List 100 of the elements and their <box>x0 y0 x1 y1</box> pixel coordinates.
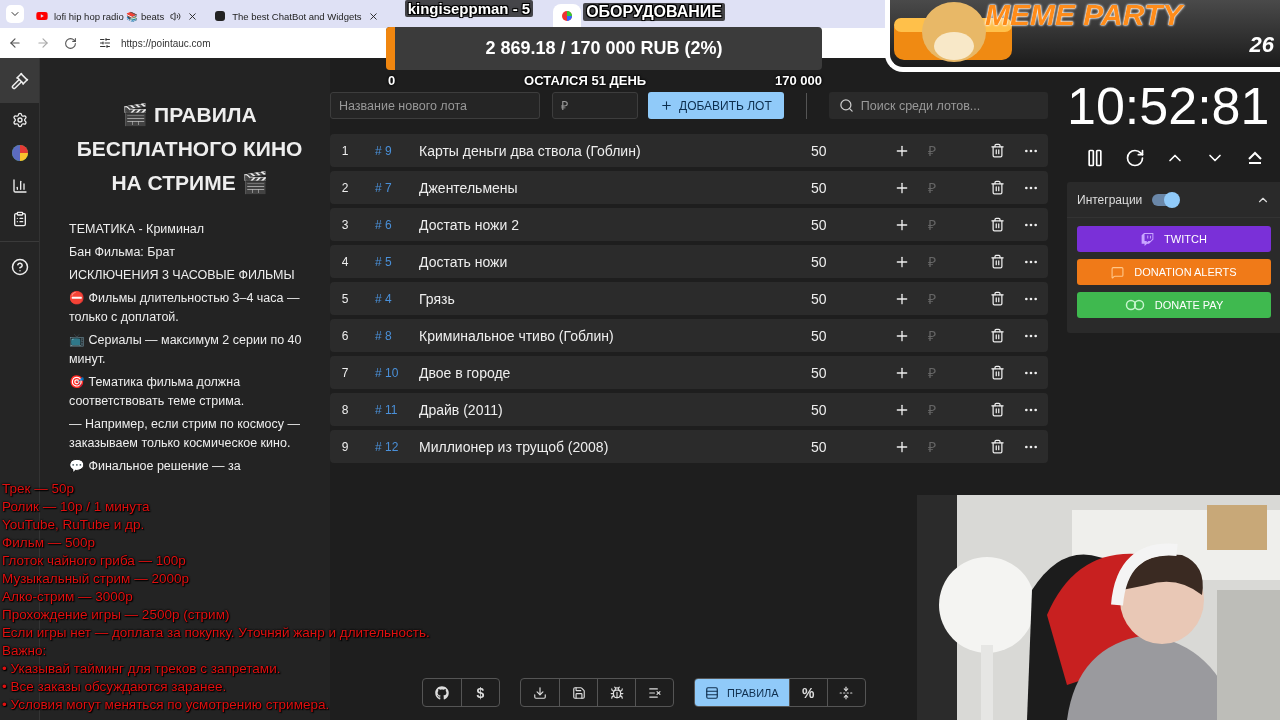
integrations-toggle[interactable] <box>1152 193 1179 206</box>
search-icon <box>838 98 854 113</box>
currency-field[interactable]: ₽ <box>928 363 936 382</box>
trash-icon[interactable] <box>989 180 1005 195</box>
clear-list-icon <box>647 685 662 700</box>
twitch-icon <box>1141 232 1155 246</box>
search-field[interactable]: Поиск среди лотов... <box>828 92 1048 119</box>
lot-id: # 11 <box>375 402 398 417</box>
lot-name: Карты деньги два ствола (Гоблин) <box>419 142 641 159</box>
trash-icon[interactable] <box>989 328 1005 343</box>
lot-amount: 50 <box>811 438 827 455</box>
lot-amount: 50 <box>811 142 827 159</box>
plus-icon <box>660 99 673 112</box>
help-icon <box>10 257 29 276</box>
lot-name: Грязь <box>419 290 455 307</box>
price-list-text: Музыкальный стрим — 2000р <box>2 570 189 588</box>
lot-amount: 50 <box>811 401 827 418</box>
rings-icon <box>1124 299 1145 311</box>
rules-text: — Например, если стрим по космосу — заказываем только космическое кино. <box>69 416 302 452</box>
reload-icon[interactable] <box>64 36 77 50</box>
lot-index: 4 <box>341 254 349 269</box>
lot-amount: 50 <box>811 179 827 196</box>
lot-index: 7 <box>341 365 349 380</box>
rules-text: ИСКЛЮЧЕНИЯ 3 ЧАСОВЫЕ ФИЛЬМЫ <box>69 267 296 284</box>
lot-amount: 50 <box>811 327 827 344</box>
site-settings-icon[interactable] <box>99 37 111 49</box>
lot-id: # 4 <box>375 291 392 306</box>
browser-tab[interactable]: The best ChatBot and Widgets <box>206 4 387 28</box>
rules-text: 📺 Сериалы — максимум 2 серии по 40 минут. <box>69 332 303 368</box>
browser-tab[interactable] <box>553 4 582 28</box>
integration-button[interactable]: TWITCH <box>1077 226 1271 252</box>
lot-index: 6 <box>341 328 349 343</box>
trash-icon[interactable] <box>989 143 1005 158</box>
trash-icon[interactable] <box>989 254 1005 269</box>
currency-field[interactable]: ₽ <box>928 289 936 308</box>
currency-field[interactable]: ₽ <box>928 252 936 271</box>
currency-field[interactable]: ₽ <box>928 215 936 234</box>
rules-text: 🎯 Тематика фильма должна соответствовать теме стрима. <box>69 374 246 410</box>
currency-field[interactable]: ₽ <box>928 326 936 345</box>
trash-icon[interactable] <box>989 291 1005 306</box>
restart-icon[interactable] <box>1125 148 1145 168</box>
toolbar-button[interactable]: ПРАВИЛА <box>695 679 789 706</box>
lot-amount: 50 <box>811 290 827 307</box>
toolbar-button[interactable]: $ <box>461 679 499 706</box>
speech-bubble-icon <box>1111 265 1125 279</box>
lot-id: # 12 <box>375 439 399 454</box>
goal-text: 2 869.18 / 170 000 RUB (2%) <box>485 38 723 59</box>
price-list-text: Трек — 50р <box>2 480 74 498</box>
tab-menu-button[interactable] <box>6 5 24 23</box>
trash-icon[interactable] <box>989 439 1005 454</box>
save-icon <box>571 685 586 700</box>
lot-name: Двое в городе <box>419 364 511 381</box>
goal-caption: ОСТАЛСЯ 51 ДЕНЬ <box>524 73 647 88</box>
price-list-text: Если игры нет — доплата за покупку. Уточняй жанр и длительность. <box>2 624 430 642</box>
download-icon <box>533 685 547 700</box>
close-icon[interactable] <box>187 10 199 22</box>
integrations-label: Интеграции <box>1077 192 1143 207</box>
lot-index: 1 <box>341 143 349 158</box>
bug-icon <box>609 685 624 700</box>
trash-icon[interactable] <box>989 217 1005 232</box>
currency-field[interactable]: ₽ <box>928 437 936 456</box>
tab-title: The best ChatBot and Widgets <box>232 10 362 22</box>
speaker-icon <box>170 10 182 22</box>
back-icon[interactable] <box>8 36 22 50</box>
lot-name-field[interactable]: Название нового лота <box>330 92 540 119</box>
lot-index: 3 <box>341 217 349 232</box>
amount-field[interactable]: ₽ <box>552 92 638 119</box>
integration-button[interactable]: DONATE PAY <box>1077 292 1271 318</box>
close-icon[interactable] <box>367 10 379 22</box>
currency-field[interactable]: ₽ <box>928 178 936 197</box>
browser-tab[interactable]: lofi hip hop radio 📚 beats <box>28 4 207 28</box>
sidebar-item[interactable] <box>0 58 39 103</box>
address-text: https://pointauc.com <box>121 37 211 49</box>
currency-field[interactable]: ₽ <box>928 141 936 160</box>
lot-id: # 10 <box>375 365 399 380</box>
rules-title: 🎬 ПРАВИЛА БЕСПЛАТНОГО КИНО НА СТРИМЕ 🎬 <box>75 102 304 196</box>
fold-icon <box>839 685 854 700</box>
toolbar-button[interactable]: % <box>788 679 827 706</box>
video-site-icon <box>36 10 48 22</box>
tab-title: lofi hip hop radio 📚 beats <box>54 10 165 22</box>
github-icon <box>435 685 449 700</box>
rules-text: Бан Фильма: Брат <box>69 244 176 261</box>
trash-icon[interactable] <box>989 365 1005 380</box>
price-list-text: • Указывай тайминг для треков с запретами. <box>2 660 281 678</box>
trash-icon[interactable] <box>989 402 1005 417</box>
lot-index: 5 <box>341 291 349 306</box>
rules-icon <box>705 685 719 700</box>
pause-icon[interactable] <box>1085 148 1105 168</box>
lot-amount: 50 <box>811 216 827 233</box>
banner-title: MEME PARTY <box>985 0 1183 32</box>
currency-field[interactable]: ₽ <box>928 400 936 419</box>
rules-text: ⛔ Фильмы длительностью 3–4 часа — только с доплатой. <box>69 290 301 326</box>
lot-name: Джентельмены <box>419 179 518 196</box>
price-list-text: YouTube, RuTube и др. <box>2 516 145 534</box>
lot-name: Миллионер из трущоб (2008) <box>419 438 609 455</box>
add-lot-button[interactable]: ДОБАВИТЬ ЛОТ <box>648 92 784 119</box>
integration-button[interactable]: DONATION ALERTS <box>1077 259 1271 285</box>
color-wheel-icon <box>561 10 574 22</box>
price-list-text: Прохождение игры — 2500р (стрим) <box>2 606 230 624</box>
lot-id: # 8 <box>375 328 392 343</box>
